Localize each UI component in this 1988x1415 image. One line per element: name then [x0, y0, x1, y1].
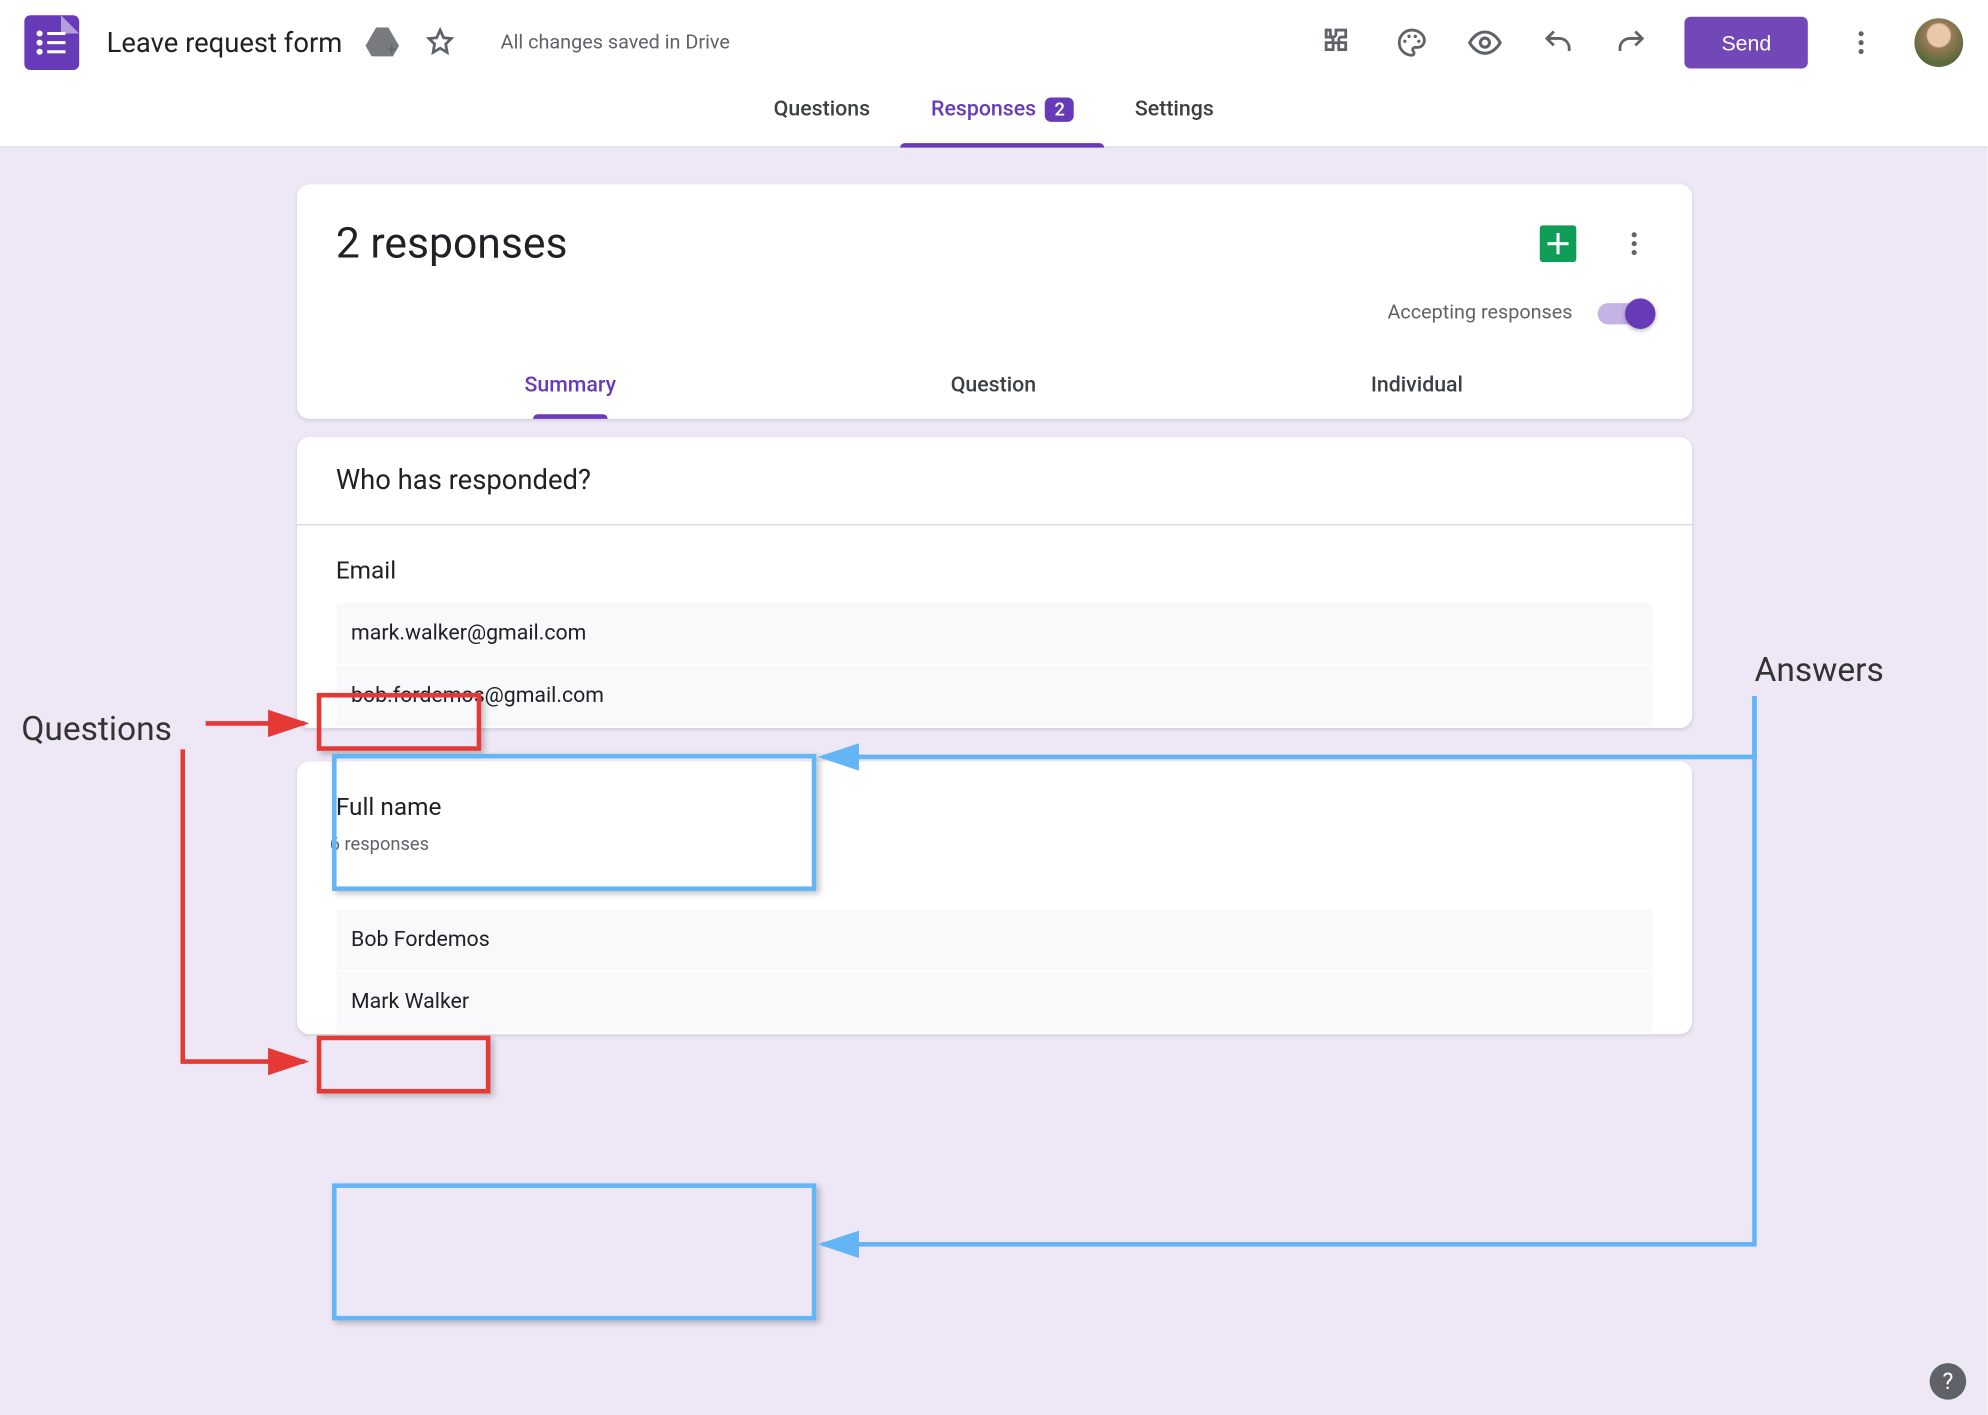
more-menu-icon[interactable] — [1841, 23, 1881, 63]
star-icon[interactable] — [421, 24, 458, 61]
link-to-sheets-icon[interactable] — [1539, 225, 1576, 262]
tab-questions[interactable]: Questions — [743, 73, 900, 146]
responses-header-card: 2 responses Accepting responses Summary … — [296, 184, 1691, 419]
forms-logo-icon[interactable] — [24, 15, 79, 70]
responses-subtabs: Summary Question Individual — [296, 352, 1691, 419]
email-answers: mark.walker@gmail.com bob.fordemos@gmail… — [336, 603, 1652, 728]
answer-row: Mark Walker — [336, 972, 1652, 1034]
main-tabs: Questions Responses 2 Settings — [0, 73, 1988, 148]
tab-responses-label: Responses — [931, 97, 1036, 121]
answer-row: bob.fordemos@gmail.com — [336, 666, 1652, 728]
redo-icon[interactable] — [1612, 23, 1652, 63]
question-label-fullname: Full name — [324, 789, 454, 824]
fullname-answers: Bob Fordemos Mark Walker — [336, 873, 1652, 1034]
send-button[interactable]: Send — [1685, 17, 1808, 69]
save-status: All changes saved in Drive — [501, 31, 730, 54]
subtab-summary[interactable]: Summary — [512, 352, 628, 419]
preview-icon[interactable] — [1466, 23, 1506, 63]
tab-settings[interactable]: Settings — [1104, 73, 1244, 146]
svg-text:+: + — [386, 40, 396, 58]
tab-responses[interactable]: Responses 2 — [901, 73, 1105, 146]
annotation-bluebox-names — [332, 1183, 816, 1320]
accepting-responses-toggle[interactable] — [1597, 302, 1652, 323]
annotation-questions-label: Questions — [21, 711, 172, 749]
fullname-card: Full name 6 responses Bob Fordemos Mark … — [296, 762, 1691, 1035]
question-label-email: Email — [324, 553, 409, 588]
fullname-response-count: 6 responses — [330, 833, 1652, 854]
editor-canvas: 2 responses Accepting responses Summary … — [0, 148, 1988, 1415]
move-to-drive-icon[interactable]: + — [364, 24, 401, 61]
annotation-redbox-fullname — [317, 1036, 491, 1094]
subtab-question[interactable]: Question — [939, 352, 1049, 419]
addons-icon[interactable] — [1319, 23, 1359, 63]
responses-more-icon[interactable] — [1615, 225, 1652, 262]
undo-icon[interactable] — [1539, 23, 1579, 63]
subtab-individual[interactable]: Individual — [1359, 352, 1476, 419]
answer-row: Bob Fordemos — [336, 909, 1652, 971]
app-header: Leave request form + All changes saved i… — [0, 0, 1988, 73]
form-title[interactable]: Leave request form — [107, 27, 343, 59]
annotation-answers-label: Answers — [1754, 652, 1883, 690]
account-avatar[interactable] — [1914, 18, 1963, 67]
who-responded-card: Who has responded? Email mark.walker@gma… — [296, 437, 1691, 728]
answer-row: mark.walker@gmail.com — [336, 603, 1652, 665]
responses-count-badge: 2 — [1045, 97, 1074, 121]
who-responded-title: Who has responded? — [296, 437, 1691, 525]
responses-title: 2 responses — [336, 218, 1539, 268]
theme-icon[interactable] — [1392, 23, 1432, 63]
accepting-responses-label: Accepting responses — [1387, 302, 1572, 325]
help-icon[interactable]: ? — [1930, 1363, 1967, 1400]
